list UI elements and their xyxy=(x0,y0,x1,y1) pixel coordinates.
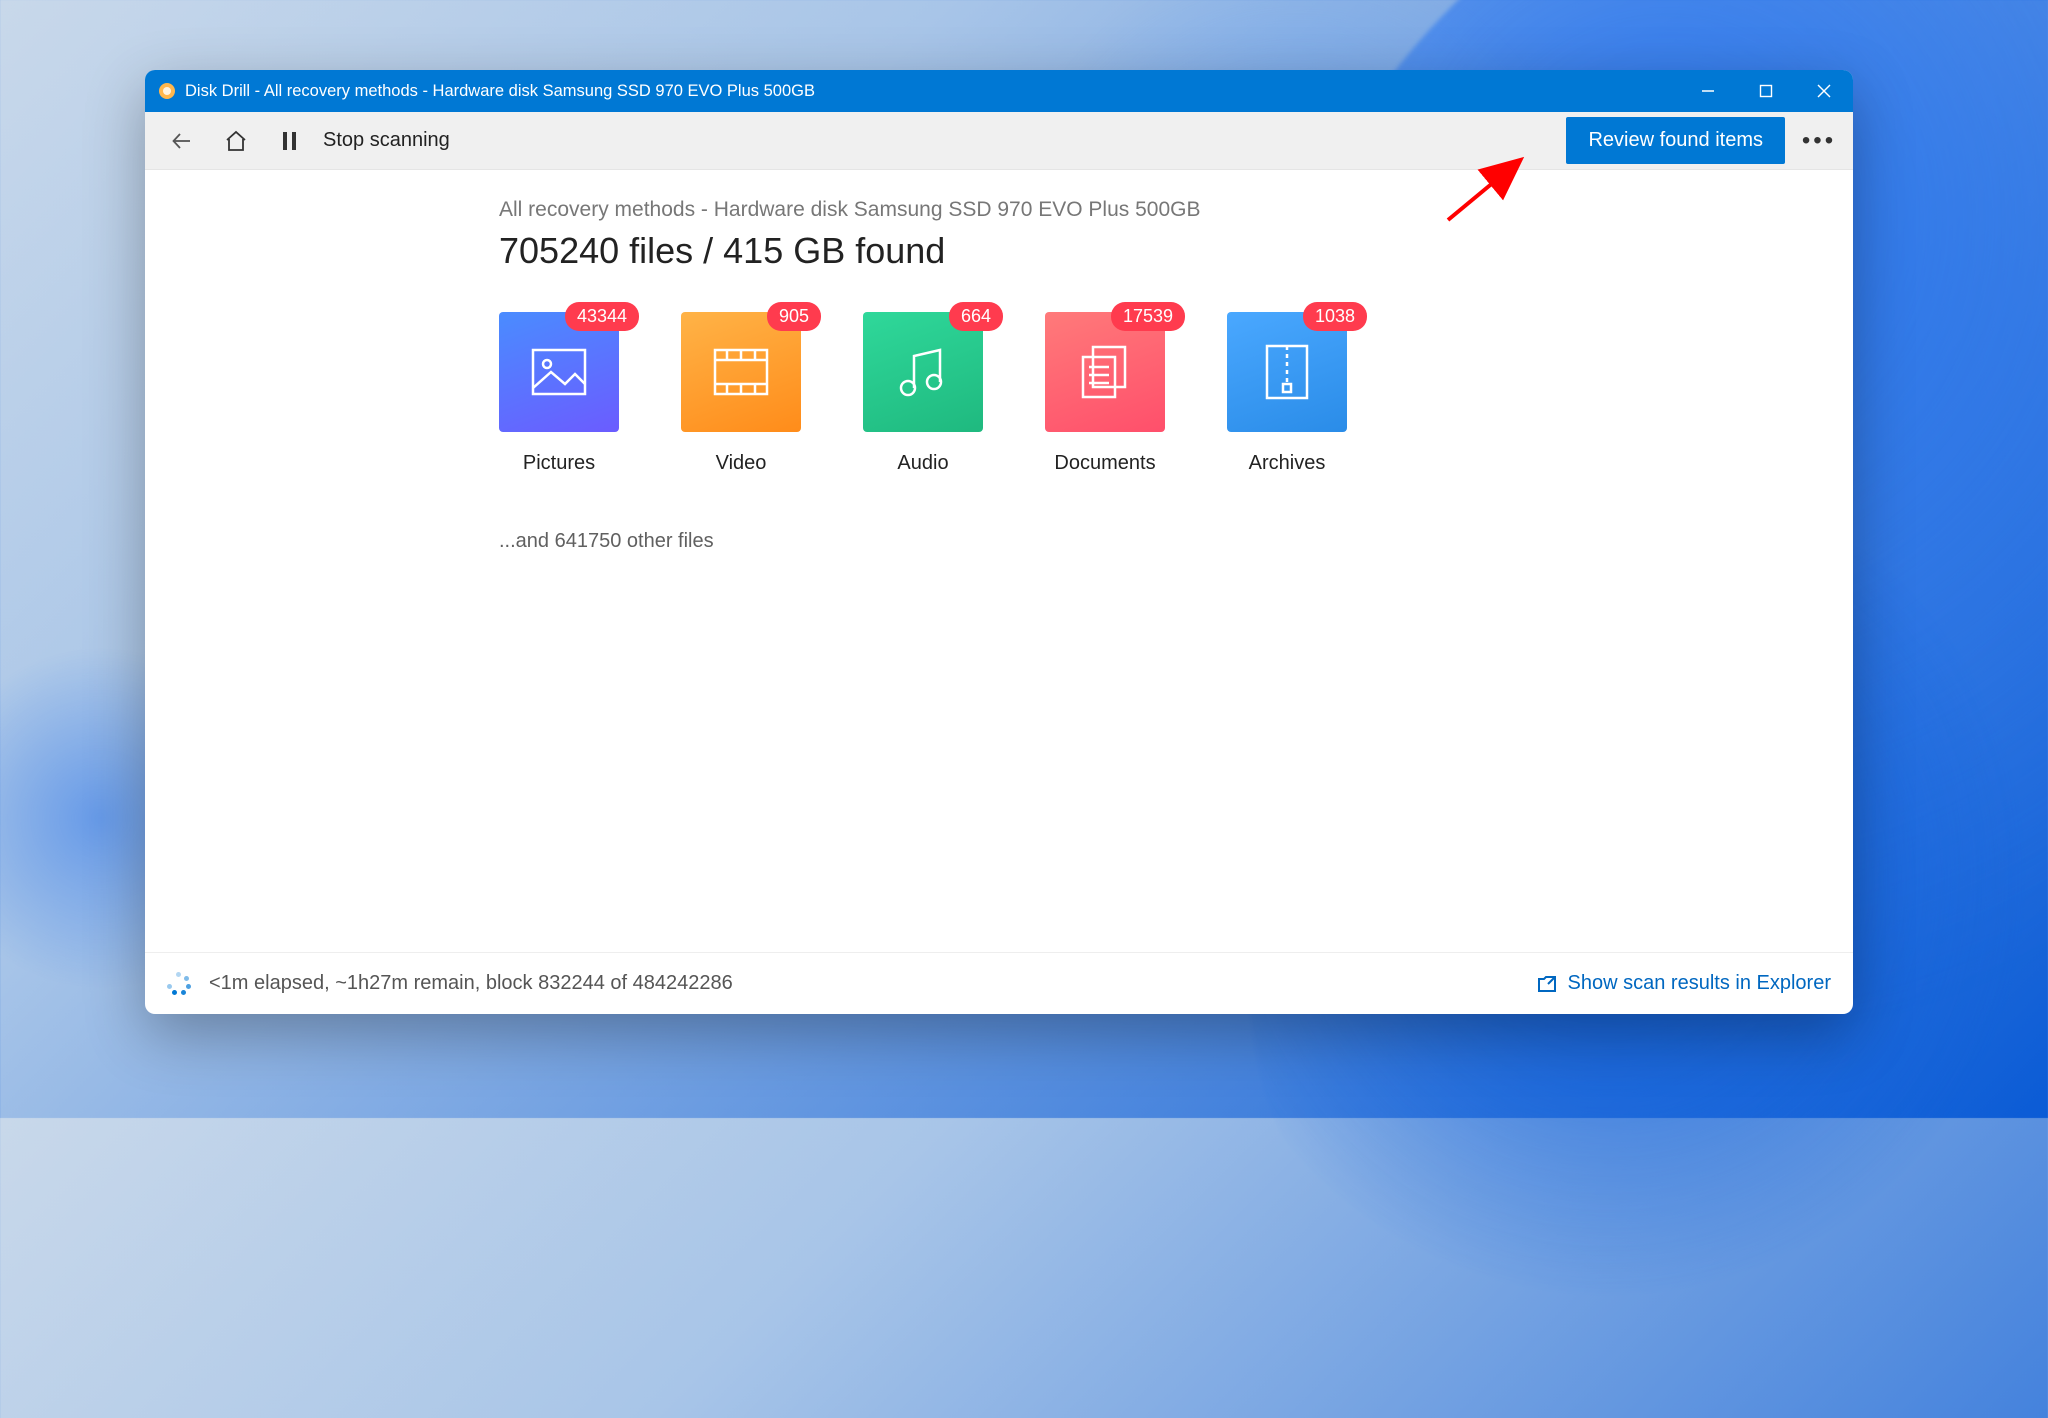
category-audio[interactable]: 664 Audio xyxy=(863,312,983,475)
breadcrumb: All recovery methods - Hardware disk Sam… xyxy=(499,198,1823,222)
audio-count-badge: 664 xyxy=(949,302,1003,331)
category-pictures[interactable]: 43344 Pictures xyxy=(499,312,619,475)
pictures-tile: 43344 xyxy=(499,312,619,432)
archives-label: Archives xyxy=(1249,452,1326,475)
maximize-button[interactable] xyxy=(1737,70,1795,112)
spinner-icon xyxy=(167,972,191,996)
close-button[interactable] xyxy=(1795,70,1853,112)
main-content: All recovery methods - Hardware disk Sam… xyxy=(145,170,1853,952)
audio-label: Audio xyxy=(897,452,948,475)
window-title: Disk Drill - All recovery methods - Hard… xyxy=(185,82,815,101)
pictures-count-badge: 43344 xyxy=(565,302,639,331)
documents-count-badge: 17539 xyxy=(1111,302,1185,331)
more-menu-button[interactable]: ••• xyxy=(1795,120,1843,162)
status-text: <1m elapsed, ~1h27m remain, block 832244… xyxy=(209,972,733,995)
home-button[interactable] xyxy=(215,120,257,162)
stop-scanning-button[interactable]: Stop scanning xyxy=(323,129,450,152)
documents-label: Documents xyxy=(1054,452,1155,475)
app-window: Disk Drill - All recovery methods - Hard… xyxy=(145,70,1853,1014)
open-external-icon xyxy=(1536,973,1558,995)
scan-summary-headline: 705240 files / 415 GB found xyxy=(499,230,1823,272)
app-icon xyxy=(157,81,177,101)
archives-count-badge: 1038 xyxy=(1303,302,1367,331)
minimize-button[interactable] xyxy=(1679,70,1737,112)
toolbar: Stop scanning Review found items ••• xyxy=(145,112,1853,170)
show-in-explorer-link[interactable]: Show scan results in Explorer xyxy=(1536,972,1831,995)
category-documents[interactable]: 17539 Documents xyxy=(1045,312,1165,475)
pause-icon[interactable] xyxy=(269,120,311,162)
category-row: 43344 Pictures 905 Video 664 Audio xyxy=(499,312,1823,475)
documents-tile: 17539 xyxy=(1045,312,1165,432)
other-files-text: ...and 641750 other files xyxy=(499,530,1823,553)
status-bar: <1m elapsed, ~1h27m remain, block 832244… xyxy=(145,952,1853,1014)
video-label: Video xyxy=(716,452,767,475)
pictures-label: Pictures xyxy=(523,452,595,475)
video-tile: 905 xyxy=(681,312,801,432)
category-archives[interactable]: 1038 Archives xyxy=(1227,312,1347,475)
explorer-link-label: Show scan results in Explorer xyxy=(1568,972,1831,995)
titlebar: Disk Drill - All recovery methods - Hard… xyxy=(145,70,1853,112)
archives-tile: 1038 xyxy=(1227,312,1347,432)
video-count-badge: 905 xyxy=(767,302,821,331)
review-found-items-button[interactable]: Review found items xyxy=(1566,117,1785,164)
audio-tile: 664 xyxy=(863,312,983,432)
category-video[interactable]: 905 Video xyxy=(681,312,801,475)
back-button[interactable] xyxy=(161,120,203,162)
